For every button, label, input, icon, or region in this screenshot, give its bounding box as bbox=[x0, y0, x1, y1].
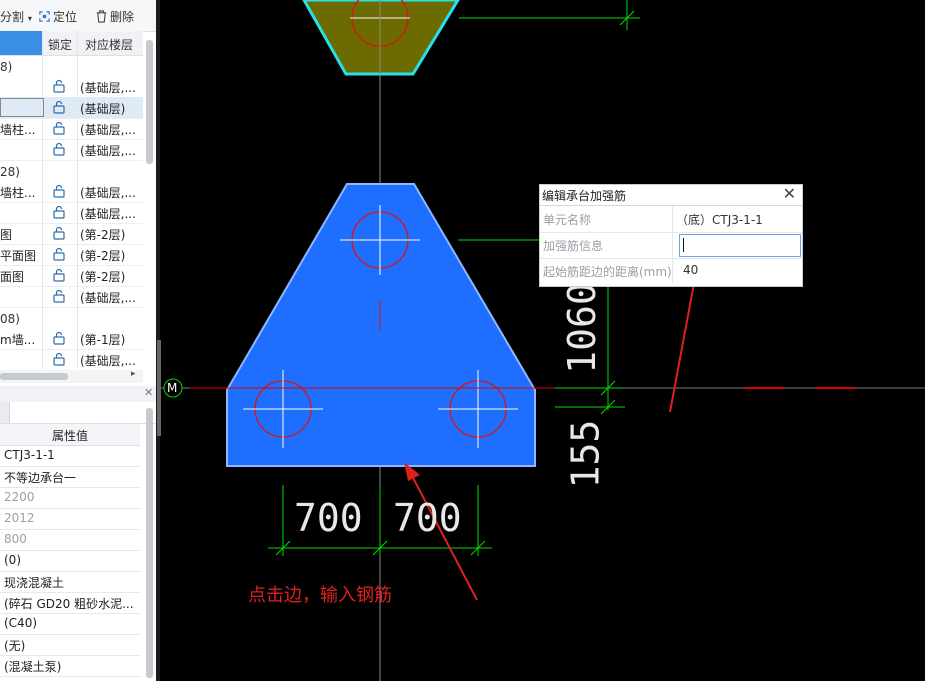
rebar-info-input[interactable] bbox=[679, 234, 801, 257]
splitter-grip[interactable] bbox=[157, 340, 161, 436]
lock-icon bbox=[53, 268, 65, 282]
trash-icon bbox=[96, 10, 107, 23]
prop-value[interactable]: 2200 bbox=[0, 487, 140, 509]
dialog-titlebar: 编辑承台加强筋 ✕ bbox=[540, 184, 802, 206]
prop-value[interactable]: (无) bbox=[0, 634, 140, 656]
axis-label: M bbox=[167, 381, 178, 395]
split-button[interactable]: 分割 ▾ bbox=[0, 8, 32, 25]
chevron-right-icon[interactable]: ▸ bbox=[131, 369, 136, 379]
edit-rebar-dialog: 编辑承台加强筋 ✕ 单元名称 （底）CTJ3-1-1 加强筋信息 起始筋距边的距… bbox=[539, 184, 803, 287]
table-row[interactable]: (基础层,... bbox=[0, 286, 143, 308]
locate-button[interactable]: 定位 bbox=[38, 8, 77, 25]
prop-value[interactable]: 2012 bbox=[0, 508, 140, 530]
table-row[interactable]: (基础层,... bbox=[0, 202, 143, 224]
delete-button[interactable]: 删除 bbox=[95, 8, 134, 25]
annotation-text: 点击边，输入钢筋 bbox=[248, 585, 392, 606]
lock-icon bbox=[53, 121, 65, 135]
lock-icon bbox=[53, 247, 65, 261]
table-row[interactable]: (基础层,... bbox=[0, 139, 143, 161]
toolbar: 分割 ▾ 定位 删除 bbox=[0, 0, 156, 32]
edge-distance-label: 起始筋距边的距离(mm) bbox=[543, 265, 672, 279]
close-icon[interactable]: ✕ bbox=[783, 184, 796, 203]
table-row[interactable]: 墙柱... (基础层,... bbox=[0, 118, 143, 140]
table-row[interactable]: 图 (第-2层) bbox=[0, 223, 143, 245]
properties-scrollbar[interactable] bbox=[146, 408, 153, 678]
group-row[interactable]: 8) bbox=[0, 57, 143, 78]
dialog-row-unit-name: 单元名称 （底）CTJ3-1-1 bbox=[540, 206, 802, 233]
group-row[interactable]: 08) bbox=[0, 309, 143, 330]
locate-icon bbox=[39, 11, 50, 22]
dialog-title: 编辑承台加强筋 bbox=[542, 189, 627, 203]
table-row-selected[interactable]: (基础层) bbox=[0, 97, 143, 119]
lock-icon bbox=[53, 79, 65, 93]
prop-value[interactable]: (混凝土泵) bbox=[0, 655, 140, 677]
lock-icon bbox=[53, 100, 65, 114]
prop-value[interactable]: CTJ3-1-1 bbox=[0, 445, 140, 467]
lock-icon bbox=[53, 289, 65, 303]
dialog-row-rebar-info: 加强筋信息 bbox=[540, 232, 802, 259]
lock-icon bbox=[53, 331, 65, 345]
col-floor-header[interactable]: 对应楼层 bbox=[85, 36, 133, 53]
prop-value[interactable]: 不等边承台一 bbox=[0, 466, 140, 488]
layer-table-header: 锁定 对应楼层 bbox=[0, 31, 143, 56]
header-selected-cell bbox=[0, 31, 42, 55]
table-row[interactable]: 平面图 (第-2层) bbox=[0, 244, 143, 266]
dim-left: 700 bbox=[294, 496, 363, 540]
properties-tab[interactable] bbox=[0, 402, 10, 424]
unit-name-value: （底）CTJ3-1-1 bbox=[676, 213, 763, 227]
edge-distance-value[interactable]: 40 bbox=[683, 263, 698, 277]
prop-value[interactable]: 现浇混凝土 bbox=[0, 571, 140, 593]
prop-value[interactable]: 800 bbox=[0, 529, 140, 551]
prop-value[interactable]: (0) bbox=[0, 550, 140, 572]
table-row[interactable]: m墙... (第-1层) bbox=[0, 328, 143, 350]
table-row[interactable]: 墙柱... (基础层,... bbox=[0, 181, 143, 203]
col-lock-header[interactable]: 锁定 bbox=[48, 36, 72, 53]
table-row[interactable]: (基础层,... bbox=[0, 76, 143, 98]
group-row[interactable]: 28) bbox=[0, 162, 143, 183]
left-panel: 分割 ▾ 定位 删除 锁定 对应楼层 8) (基础层,... (基础层) 墙柱.… bbox=[0, 0, 156, 681]
prop-value[interactable]: (C40) bbox=[0, 613, 140, 635]
dim-vertical-lower: 155 bbox=[563, 419, 608, 489]
lock-icon bbox=[53, 205, 65, 219]
lock-icon bbox=[53, 352, 65, 366]
rebar-info-label: 加强筋信息 bbox=[543, 239, 604, 253]
lock-icon bbox=[53, 142, 65, 156]
unit-name-label: 单元名称 bbox=[543, 213, 592, 227]
dim-right: 700 bbox=[393, 496, 462, 540]
lock-icon bbox=[53, 226, 65, 240]
dialog-row-edge-distance: 起始筋距边的距离(mm) 40 bbox=[540, 258, 802, 284]
table-row[interactable]: (基础层,... bbox=[0, 349, 143, 371]
dim-vertical-upper: 1060 bbox=[559, 282, 604, 374]
layer-table-scrollbar[interactable] bbox=[146, 40, 153, 164]
prop-value-header: 属性值 bbox=[0, 424, 140, 446]
properties-titlebar: ✕ bbox=[0, 386, 156, 402]
layer-table-hscroll[interactable]: ▸ bbox=[0, 369, 143, 383]
lock-icon bbox=[53, 184, 65, 198]
table-row[interactable]: 面图 (第-2层) bbox=[0, 265, 143, 287]
close-icon[interactable]: ✕ bbox=[144, 386, 153, 399]
prop-value[interactable]: (碎石 GD20 粗砂水泥... bbox=[0, 592, 140, 614]
